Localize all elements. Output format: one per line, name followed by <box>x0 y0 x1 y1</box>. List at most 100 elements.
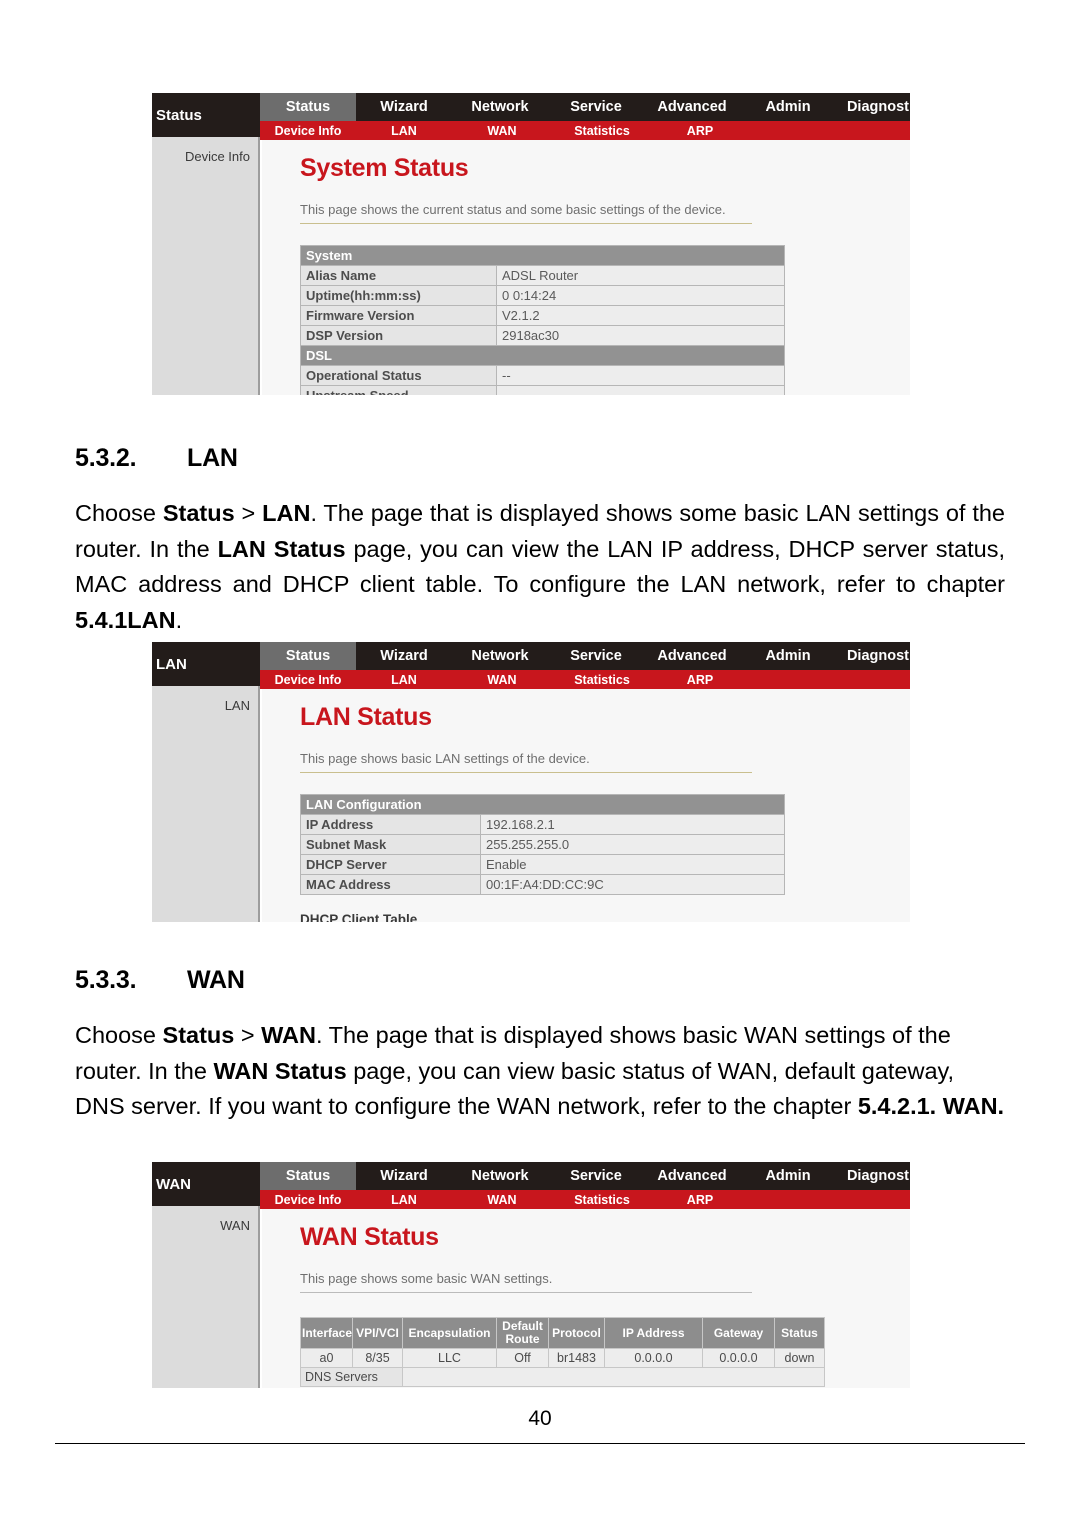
dhcp-client-table-caption: DHCP Client Table <box>300 912 418 922</box>
tab-label: Admin <box>765 99 811 115</box>
tab-label: Network <box>471 648 529 664</box>
subtab-lan[interactable]: LAN <box>356 121 452 140</box>
subtab-device-info[interactable]: Device Info <box>260 121 356 140</box>
tab-admin[interactable]: Admin <box>740 93 836 121</box>
subtab-statistics[interactable]: Statistics <box>552 1190 652 1209</box>
subtab-label: ARP <box>686 1192 714 1207</box>
screenshot-system-status: Status Device Info Status Wizard Network… <box>152 93 910 395</box>
tab-admin[interactable]: Admin <box>740 642 836 670</box>
tab-label: Advanced <box>657 648 727 664</box>
table-section-row: DSL <box>300 345 785 366</box>
table-section-row: System <box>300 245 785 266</box>
tab-label: Admin <box>765 1168 811 1184</box>
tab-service[interactable]: Service <box>548 1162 644 1190</box>
dns-servers-value <box>402 1367 825 1387</box>
subtab-lan[interactable]: LAN <box>356 1190 452 1209</box>
tab-label: Status <box>285 99 331 115</box>
top-nav: Status Wizard Network Service Advanced A… <box>260 1162 910 1190</box>
lan-configuration-table: LAN Configuration IP Address 192.168.2.1 … <box>299 794 786 895</box>
heading-5-3-2: 5.3.2. LAN <box>75 444 238 473</box>
subtab-arp[interactable]: ARP <box>652 1190 748 1209</box>
sidebar-item-device-info[interactable]: Device Info <box>152 137 258 164</box>
sidebar-item-label: LAN <box>224 698 250 713</box>
tab-network[interactable]: Network <box>452 1162 548 1190</box>
subtab-label: Statistics <box>574 1192 630 1207</box>
subtab-label: WAN <box>487 672 517 687</box>
tab-advanced[interactable]: Advanced <box>644 1162 740 1190</box>
tab-service[interactable]: Service <box>548 642 644 670</box>
tab-diagnostic[interactable]: Diagnostic <box>836 1162 910 1190</box>
table-header-row: Interface VPI/VCI Encapsulation Default … <box>300 1317 825 1349</box>
subtab-statistics[interactable]: Statistics <box>552 670 652 689</box>
row-value: -- <box>496 385 785 395</box>
column-header-default-route: Default Route <box>496 1317 549 1349</box>
row-value: 192.168.2.1 <box>479 814 786 835</box>
screenshot-lan-status: LAN LAN Status Wizard Network Service Ad… <box>152 642 910 922</box>
tab-service[interactable]: Service <box>548 93 644 121</box>
table-row: DHCP Server Enable <box>300 854 786 875</box>
subtab-wan[interactable]: WAN <box>452 670 552 689</box>
subtab-label: Device Info <box>274 672 342 687</box>
subtab-wan[interactable]: WAN <box>452 121 552 140</box>
page-description: This page shows basic LAN settings of th… <box>300 751 752 773</box>
tab-admin[interactable]: Admin <box>740 1162 836 1190</box>
subtab-statistics[interactable]: Statistics <box>552 121 652 140</box>
row-value: 0 0:14:24 <box>496 285 785 306</box>
tab-advanced[interactable]: Advanced <box>644 93 740 121</box>
table-row: MAC Address 00:1F:A4:DD:CC:9C <box>300 874 786 895</box>
tab-wizard[interactable]: Wizard <box>356 1162 452 1190</box>
section-label: LAN Configuration <box>299 794 786 815</box>
cell-status: down <box>774 1348 825 1368</box>
column-header-gateway: Gateway <box>702 1317 775 1349</box>
sub-nav: Device Info LAN WAN Statistics ARP <box>260 1190 910 1209</box>
sidebar-panel: WAN <box>152 1206 260 1388</box>
sidebar-item-lan[interactable]: LAN <box>152 686 258 713</box>
tab-wizard[interactable]: Wizard <box>356 93 452 121</box>
dns-servers-label: DNS Servers <box>300 1367 403 1387</box>
subtab-lan[interactable]: LAN <box>356 670 452 689</box>
tab-status[interactable]: Status <box>260 642 356 670</box>
section-label: DSL <box>300 345 785 366</box>
top-nav: Status Wizard Network Service Advanced A… <box>260 93 910 121</box>
system-status-table: System Alias Name ADSL Router Uptime(hh:m… <box>300 245 785 395</box>
column-header-encapsulation: Encapsulation <box>402 1317 497 1349</box>
content-pane: LAN Status This page shows basic LAN set… <box>262 689 910 922</box>
subtab-wan[interactable]: WAN <box>452 1190 552 1209</box>
row-value: Enable <box>479 854 786 875</box>
tab-label: Diagnostic <box>846 99 910 115</box>
sidebar-item-label: WAN <box>220 1218 250 1233</box>
tab-diagnostic[interactable]: Diagnostic <box>836 93 910 121</box>
tab-status[interactable]: Status <box>260 1162 356 1190</box>
tab-label: Service <box>570 99 622 115</box>
tab-network[interactable]: Network <box>452 642 548 670</box>
tab-network[interactable]: Network <box>452 93 548 121</box>
cell-default-route: Off <box>496 1348 549 1368</box>
sidebar-item-wan[interactable]: WAN <box>152 1206 258 1233</box>
subtab-arp[interactable]: ARP <box>652 670 748 689</box>
tab-label: Diagnostic <box>846 648 910 664</box>
row-value: ADSL Router <box>496 265 785 286</box>
row-value: V2.1.2 <box>496 305 785 326</box>
sidebar-title-label: LAN <box>156 655 187 673</box>
tab-label: Status <box>285 1168 331 1184</box>
sidebar-panel: LAN <box>152 686 260 922</box>
subtab-device-info[interactable]: Device Info <box>260 1190 356 1209</box>
subtab-device-info[interactable]: Device Info <box>260 670 356 689</box>
tab-advanced[interactable]: Advanced <box>644 642 740 670</box>
paragraph-wan: Choose Status > WAN. The page that is di… <box>75 1022 1005 1119</box>
tab-label: Wizard <box>380 99 428 115</box>
subtab-arp[interactable]: ARP <box>652 121 748 140</box>
column-header-ip-address: IP Address <box>604 1317 703 1349</box>
tab-status[interactable]: Status <box>260 93 356 121</box>
row-value: 2918ac30 <box>496 325 785 346</box>
heading-number: 5.3.2. <box>75 444 137 472</box>
content-pane: System Status This page shows the curren… <box>262 140 910 395</box>
tab-diagnostic[interactable]: Diagnostic <box>836 642 910 670</box>
table-section-row: LAN Configuration <box>299 794 786 815</box>
tab-label: Advanced <box>657 99 727 115</box>
cell-ip-address: 0.0.0.0 <box>604 1348 703 1368</box>
tab-wizard[interactable]: Wizard <box>356 642 452 670</box>
wan-status-table: Interface VPI/VCI Encapsulation Default … <box>300 1317 825 1387</box>
subtab-label: LAN <box>391 1192 417 1207</box>
tab-label: Advanced <box>657 1168 727 1184</box>
